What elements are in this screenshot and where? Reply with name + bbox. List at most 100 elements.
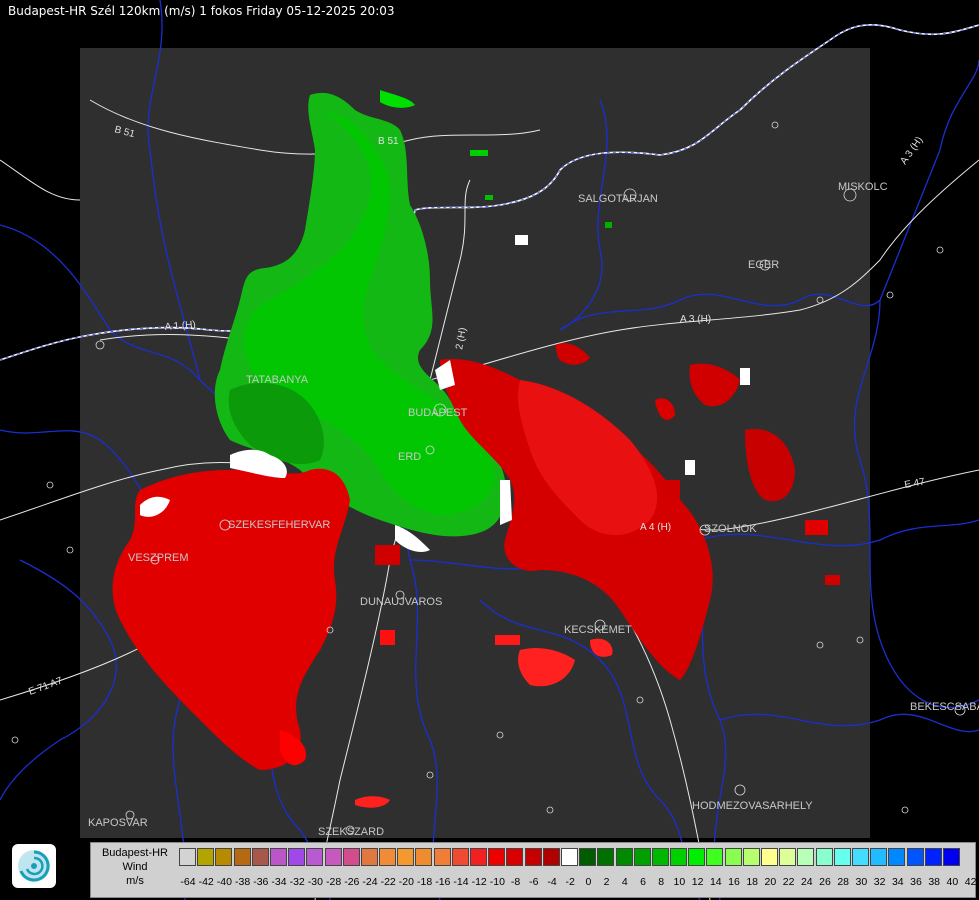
legend-swatch	[179, 848, 196, 866]
logo	[12, 844, 56, 888]
legend-tick-label: -20	[398, 876, 414, 888]
legend-swatches	[179, 848, 961, 866]
met-service-swirl-icon	[18, 850, 50, 882]
legend-tick-label: 40	[946, 876, 959, 888]
legend-swatch	[724, 848, 742, 866]
legend-swatch	[651, 848, 669, 866]
legend-tick-label: -24	[362, 876, 378, 888]
radar-map: SALGOTARJAN MISKOLC EGER TATABANYA BUDAP…	[0, 0, 979, 900]
legend-tick-label: 2	[603, 876, 610, 888]
legend-swatch	[706, 848, 724, 866]
legend-tick-label: 14	[709, 876, 722, 888]
legend-tick-label: -2	[565, 876, 575, 888]
legend-tick-label: 26	[819, 876, 831, 888]
legend-tick-label: 10	[673, 876, 686, 888]
legend-swatch	[870, 848, 888, 866]
legend-swatch	[269, 848, 287, 866]
legend-swatch	[633, 848, 651, 866]
city-salgotarjan: SALGOTARJAN	[578, 193, 658, 205]
legend-tick-label: 4	[621, 876, 628, 888]
legend-title-line: Budapest-HR	[101, 847, 169, 859]
legend-tick-label: -16	[435, 876, 451, 888]
city-dunaujvaros: DUNAUJVAROS	[360, 596, 442, 608]
legend-swatch	[251, 848, 269, 866]
city-veszprem: VESZPREM	[128, 552, 189, 564]
legend-swatch	[324, 848, 342, 866]
legend-tick-label: 38	[928, 876, 941, 888]
legend-tick-label: 6	[640, 876, 646, 888]
legend-title-line: m/s	[126, 875, 144, 887]
legend-swatch	[779, 848, 797, 866]
legend-tick-label: -28	[326, 876, 342, 888]
legend-swatch	[742, 848, 760, 866]
legend-tick-label: -26	[344, 876, 360, 888]
legend-swatch	[342, 848, 360, 866]
legend-tick-label: 28	[837, 876, 850, 888]
legend-swatch	[761, 848, 778, 866]
legend-swatch	[524, 848, 542, 866]
legend-swatch	[924, 848, 942, 866]
legend-tick-label: 22	[782, 876, 795, 888]
legend-swatch	[288, 848, 306, 866]
road-a4: A 4 (H)	[640, 522, 671, 533]
road-a3: A 3 (H)	[680, 314, 711, 325]
legend-swatch	[815, 848, 833, 866]
city-eger: EGER	[748, 259, 779, 271]
legend-tick-label: 34	[891, 876, 904, 888]
city-hodmezovasarhely: HODMEZOVASARHELY	[692, 800, 813, 812]
legend-tick-label: 8	[658, 876, 665, 888]
legend-tick-label: -14	[453, 876, 469, 888]
legend-tick-label: -64	[180, 876, 196, 888]
legend-tick-label: 30	[855, 876, 868, 888]
legend-swatch	[415, 848, 433, 866]
city-kaposvar: KAPOSVAR	[88, 817, 148, 829]
map-title: Budapest-HR Szél 120km (m/s) 1 fokos Fri…	[8, 4, 395, 18]
legend-tick-label: -18	[417, 876, 433, 888]
legend-tick-label: -10	[489, 876, 505, 888]
legend-tick-label: 20	[764, 876, 777, 888]
legend-tick-label: 24	[800, 876, 813, 888]
color-legend: Budapest-HR Wind m/s -64 -42 -40 -38 -36 -34-…	[90, 842, 976, 898]
legend-tick-label: -4	[547, 876, 557, 888]
legend-tick-label: -30	[307, 876, 323, 888]
legend-swatch	[488, 848, 506, 866]
legend-tick-label: -34	[271, 876, 287, 888]
city-bekescsaba: BEKESCSABA	[910, 701, 979, 713]
city-szekszard: SZEKSZARD	[318, 826, 384, 838]
legend-ticks: -64 -42 -40 -38 -36 -34 -32 -30 -28 -26 -24 -22 -20-…	[179, 876, 979, 892]
city-budapest: BUDAPEST	[408, 407, 468, 419]
legend-swatch	[542, 848, 560, 866]
legend-swatch	[942, 848, 960, 866]
legend-tick-label: 42	[964, 876, 977, 888]
legend-tick-label: -42	[198, 876, 214, 888]
legend-tick-label: -38	[235, 876, 251, 888]
legend-swatch	[433, 848, 451, 866]
legend-tick-label: 36	[910, 876, 922, 888]
legend-swatch	[379, 848, 397, 866]
legend-swatch	[597, 848, 615, 866]
city-tatabanya: TATABANYA	[246, 374, 309, 386]
legend-swatch	[615, 848, 633, 866]
legend-tick-label: -12	[471, 876, 487, 888]
legend-tick-label: 16	[728, 876, 740, 888]
legend-swatch	[797, 848, 815, 866]
legend-swatch	[670, 848, 688, 866]
legend-tick-label: 18	[746, 876, 759, 888]
legend-swatch	[579, 848, 597, 866]
city-miskolc: MISKOLC	[838, 181, 888, 193]
legend-tick-label: 0	[585, 876, 592, 888]
legend-swatch	[851, 848, 869, 866]
legend-swatch	[397, 848, 415, 866]
city-szekesfehervar: SZEKESFEHERVAR	[228, 519, 330, 531]
legend-swatch	[888, 848, 906, 866]
legend-tick-label: -32	[289, 876, 305, 888]
legend-swatch	[360, 848, 378, 866]
legend-swatch	[833, 848, 851, 866]
legend-swatch	[470, 848, 487, 866]
legend-swatch	[197, 848, 215, 866]
city-kecskemet: KECSKEMET	[564, 624, 632, 636]
legend-swatch	[560, 848, 578, 866]
legend-tick-label: -22	[380, 876, 396, 888]
legend-swatch	[451, 848, 469, 866]
city-szolnok: SZOLNOK	[704, 523, 757, 535]
